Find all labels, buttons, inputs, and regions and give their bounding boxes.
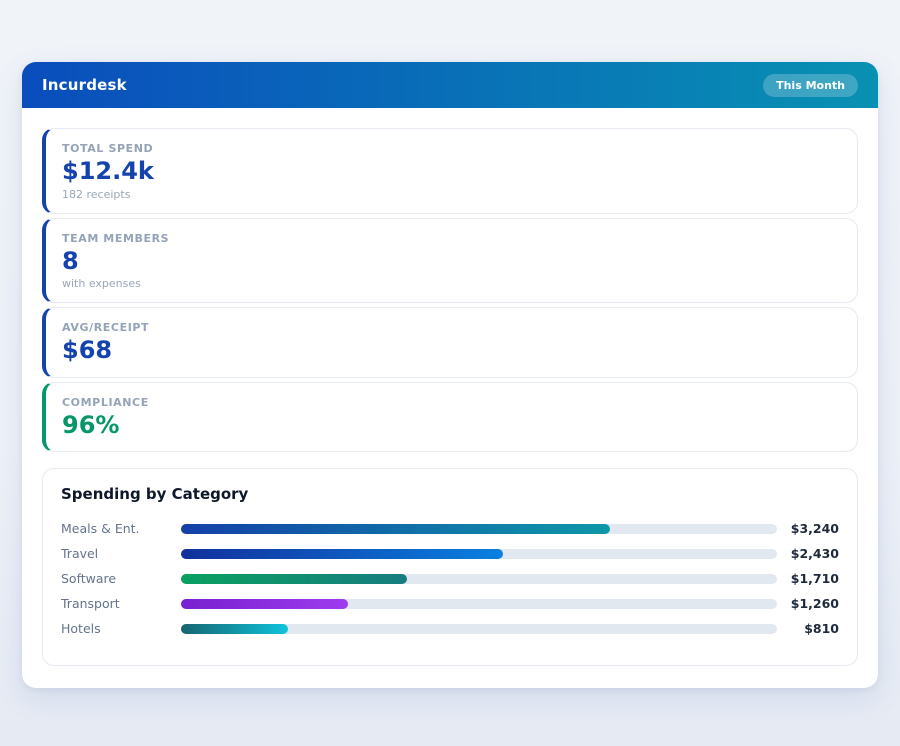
app-header: Incurdesk This Month	[22, 62, 878, 108]
app-title: Incurdesk	[42, 76, 127, 94]
category-value: $1,710	[777, 571, 839, 586]
stat-value: 96%	[62, 412, 841, 440]
dashboard-card: Incurdesk This Month TOTAL SPEND $12.4k …	[22, 62, 878, 688]
category-value: $810	[777, 621, 839, 636]
chart-row-software: Software $1,710	[61, 566, 839, 591]
bar-fill	[181, 599, 348, 609]
bar-track	[181, 599, 777, 609]
chart-row-meals: Meals & Ent. $3,240	[61, 516, 839, 541]
bar-fill	[181, 524, 610, 534]
category-value: $2,430	[777, 546, 839, 561]
stat-label: AVG/RECEIPT	[62, 321, 841, 334]
spending-by-category-chart: Spending by Category Meals & Ent. $3,240…	[42, 468, 858, 666]
category-label: Software	[61, 571, 181, 586]
category-value: $3,240	[777, 521, 839, 536]
stat-card-team-members: TEAM MEMBERS 8 with expenses	[42, 218, 858, 304]
category-label: Hotels	[61, 621, 181, 636]
stat-value: $12.4k	[62, 158, 841, 186]
stat-value: $68	[62, 337, 841, 365]
category-label: Meals & Ent.	[61, 521, 181, 536]
stat-value: 8	[62, 248, 841, 276]
stat-card-total-spend: TOTAL SPEND $12.4k 182 receipts	[42, 128, 858, 214]
stat-card-compliance: COMPLIANCE 96%	[42, 382, 858, 453]
category-label: Travel	[61, 546, 181, 561]
chart-row-transport: Transport $1,260	[61, 591, 839, 616]
category-value: $1,260	[777, 596, 839, 611]
dashboard-content: TOTAL SPEND $12.4k 182 receipts TEAM MEM…	[22, 108, 878, 688]
stat-subtext: with expenses	[62, 277, 841, 290]
bar-fill	[181, 549, 503, 559]
stat-card-avg-receipt: AVG/RECEIPT $68	[42, 307, 858, 378]
period-filter-badge[interactable]: This Month	[763, 74, 858, 97]
stat-subtext: 182 receipts	[62, 188, 841, 201]
chart-title: Spending by Category	[61, 485, 839, 503]
bar-track	[181, 624, 777, 634]
chart-row-travel: Travel $2,430	[61, 541, 839, 566]
bar-fill	[181, 574, 407, 584]
bar-fill	[181, 624, 288, 634]
category-label: Transport	[61, 596, 181, 611]
bar-track	[181, 549, 777, 559]
bar-track	[181, 524, 777, 534]
stat-label: TOTAL SPEND	[62, 142, 841, 155]
stat-label: TEAM MEMBERS	[62, 232, 841, 245]
stat-label: COMPLIANCE	[62, 396, 841, 409]
bar-track	[181, 574, 777, 584]
chart-row-hotels: Hotels $810	[61, 616, 839, 641]
